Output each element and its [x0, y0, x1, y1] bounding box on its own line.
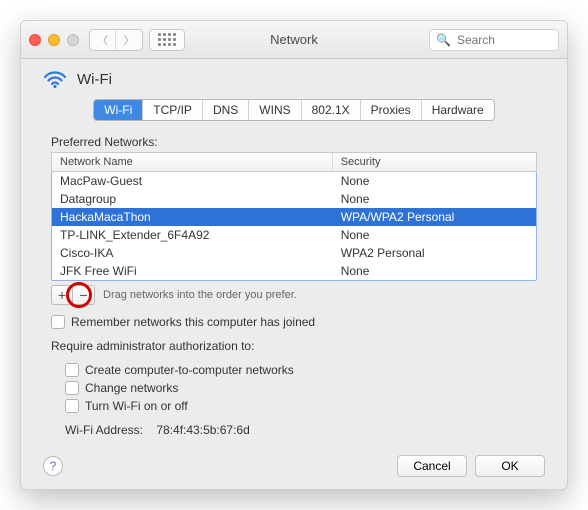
chevron-right-icon: 〉: [124, 32, 135, 48]
search-input[interactable]: [455, 32, 552, 48]
tab-proxies[interactable]: Proxies: [361, 100, 422, 120]
table-row[interactable]: Cisco-IKA WPA2 Personal: [52, 244, 536, 262]
remember-label: Remember networks this computer has join…: [71, 315, 315, 329]
tab-wins[interactable]: WINS: [249, 100, 301, 120]
footer: ? Cancel OK: [43, 445, 545, 477]
tab-tcpip[interactable]: TCP/IP: [143, 100, 203, 120]
admin-change-label: Change networks: [85, 381, 178, 395]
tab-bar: Wi-Fi TCP/IP DNS WINS 802.1X Proxies Har…: [43, 99, 545, 121]
wifi-address-label: Wi-Fi Address:: [65, 423, 143, 437]
admin-create-label: Create computer-to-computer networks: [85, 363, 294, 377]
show-all-button[interactable]: [149, 29, 185, 51]
column-name[interactable]: Network Name: [52, 153, 333, 171]
remember-row: Remember networks this computer has join…: [51, 315, 537, 329]
admin-toggle-checkbox[interactable]: [65, 399, 79, 413]
back-button[interactable]: 〈: [90, 30, 116, 50]
network-name: Cisco-IKA: [52, 244, 333, 262]
admin-change-row: Change networks: [65, 381, 537, 395]
network-security: WPA2 Personal: [333, 244, 536, 262]
network-security: None: [333, 226, 536, 244]
network-name: HackaMacaThon: [52, 208, 333, 226]
admin-create-checkbox[interactable]: [65, 363, 79, 377]
grid-icon: [158, 33, 176, 46]
remove-network-button[interactable]: −: [73, 285, 95, 305]
page-header: Wi-Fi: [43, 69, 545, 89]
admin-toggle-row: Turn Wi-Fi on or off: [65, 399, 537, 413]
add-remove-row: + − Drag networks into the order you pre…: [51, 285, 537, 305]
admin-create-row: Create computer-to-computer networks: [65, 363, 537, 377]
search-icon: 🔍: [436, 33, 451, 47]
tab-8021x[interactable]: 802.1X: [302, 100, 361, 120]
chevron-left-icon: 〈: [97, 32, 108, 48]
table-row[interactable]: JFK Free WiFi None: [52, 262, 536, 280]
tab-dns[interactable]: DNS: [203, 100, 249, 120]
drag-hint: Drag networks into the order you prefer.: [103, 289, 297, 301]
admin-toggle-label: Turn Wi-Fi on or off: [85, 399, 188, 413]
table-row[interactable]: MacPaw-Guest None: [52, 172, 536, 190]
page-title: Wi-Fi: [77, 71, 112, 88]
network-security: None: [333, 190, 536, 208]
table-row[interactable]: TP-LINK_Extender_6F4A92 None: [52, 226, 536, 244]
add-network-button[interactable]: +: [51, 285, 73, 305]
close-window-button[interactable]: [29, 34, 41, 46]
networks-table-header: Network Name Security: [51, 152, 537, 172]
network-name: TP-LINK_Extender_6F4A92: [52, 226, 333, 244]
network-security: None: [333, 262, 536, 280]
network-security: WPA/WPA2 Personal: [333, 208, 536, 226]
nav-back-forward: 〈 〉: [89, 29, 143, 51]
admin-change-checkbox[interactable]: [65, 381, 79, 395]
wifi-address-value: 78:4f:43:5b:67:6d: [156, 423, 249, 437]
tab-hardware[interactable]: Hardware: [422, 100, 494, 120]
minimize-window-button[interactable]: [48, 34, 60, 46]
forward-button[interactable]: 〉: [116, 30, 142, 50]
pane-body: Wi-Fi Wi-Fi TCP/IP DNS WINS 802.1X Proxi…: [21, 59, 567, 489]
network-name: MacPaw-Guest: [52, 172, 333, 190]
admin-auth-label: Require administrator authorization to:: [51, 339, 537, 353]
remember-checkbox[interactable]: [51, 315, 65, 329]
column-security[interactable]: Security: [333, 153, 536, 171]
networks-table[interactable]: MacPaw-Guest None Datagroup None HackaMa…: [51, 172, 537, 281]
network-preferences-window: 〈 〉 Network 🔍 Wi: [20, 20, 568, 490]
ok-button[interactable]: OK: [475, 455, 545, 477]
search-field[interactable]: 🔍: [429, 29, 559, 51]
help-button[interactable]: ?: [43, 456, 63, 476]
zoom-window-button[interactable]: [67, 34, 79, 46]
cancel-button[interactable]: Cancel: [397, 455, 467, 477]
network-security: None: [333, 172, 536, 190]
tab-wifi[interactable]: Wi-Fi: [94, 100, 143, 120]
table-row[interactable]: Datagroup None: [52, 190, 536, 208]
preferred-networks-label: Preferred Networks:: [51, 135, 537, 149]
network-name: JFK Free WiFi: [52, 262, 333, 280]
plus-icon: +: [58, 287, 66, 303]
window-controls: [29, 34, 79, 46]
network-name: Datagroup: [52, 190, 333, 208]
table-row[interactable]: HackaMacaThon WPA/WPA2 Personal: [52, 208, 536, 226]
wifi-address-row: Wi-Fi Address: 78:4f:43:5b:67:6d: [65, 423, 537, 437]
wifi-icon: [43, 69, 67, 89]
minus-icon: −: [79, 287, 87, 303]
titlebar: 〈 〉 Network 🔍: [21, 21, 567, 59]
